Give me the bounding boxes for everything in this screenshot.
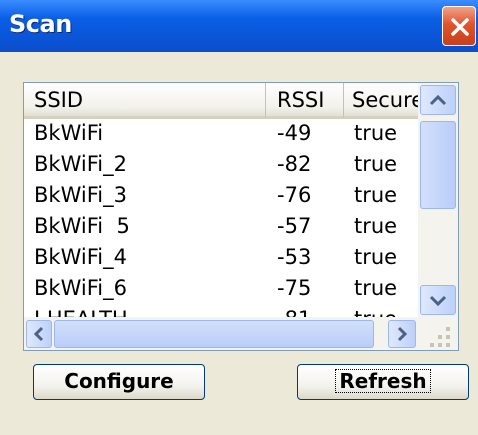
configure-button-label: Configure	[64, 369, 174, 393]
rssi-cell: -53	[277, 245, 312, 269]
ssid-cell: BkWiFi_6	[34, 276, 127, 300]
column-header-ssid[interactable]: SSID	[24, 83, 266, 119]
ssid-cell: BkWiFi_2	[34, 152, 127, 176]
list-row[interactable]: I HEALTH -81 true	[24, 305, 418, 317]
column-header-rssi[interactable]: RSSI	[266, 83, 344, 119]
horizontal-scrollbar[interactable]	[24, 317, 418, 350]
vertical-scroll-thumb[interactable]	[420, 121, 456, 209]
scroll-left-button[interactable]	[26, 320, 52, 348]
secure-cell: true	[354, 183, 398, 207]
column-header-secure-label: Secure	[352, 88, 418, 112]
configure-button[interactable]: Configure	[33, 364, 205, 400]
title-bar: Scan	[0, 0, 478, 52]
scroll-up-button[interactable]	[420, 85, 456, 115]
ssid-cell: I HEALTH	[34, 307, 128, 317]
chevron-up-icon	[429, 94, 447, 106]
column-header-rssi-label: RSSI	[277, 88, 325, 112]
rssi-cell: -81	[277, 307, 311, 317]
ssid-cell: BkWiFi 5	[34, 214, 130, 238]
list-row[interactable]: BkWiFi_6 -75 true	[24, 274, 418, 305]
chevron-right-icon	[397, 326, 408, 342]
refresh-button[interactable]: Refresh	[297, 364, 469, 400]
list-row[interactable]: BkWiFi -49 true	[24, 119, 418, 150]
resize-grip-icon	[430, 327, 450, 347]
rssi-cell: -76	[277, 183, 312, 207]
refresh-button-label: Refresh	[335, 369, 431, 393]
scroll-right-button[interactable]	[388, 320, 416, 348]
window-title: Scan	[9, 10, 72, 38]
close-button[interactable]	[442, 6, 476, 46]
list-rows: BkWiFi -49 true BkWiFi_2 -82 true BkWiFi…	[24, 119, 418, 317]
secure-cell: true	[354, 121, 398, 145]
ssid-cell: BkWiFi_3	[34, 183, 127, 207]
resize-grip[interactable]	[418, 317, 458, 350]
rssi-cell: -75	[277, 276, 312, 300]
rssi-cell: -49	[277, 121, 312, 145]
vertical-scrollbar[interactable]	[418, 83, 458, 317]
rssi-cell: -57	[277, 214, 312, 238]
close-icon	[451, 18, 469, 36]
secure-cell: true	[354, 214, 398, 238]
list-row[interactable]: BkWiFi_4 -53 true	[24, 243, 418, 274]
horizontal-scroll-thumb[interactable]	[54, 320, 374, 348]
column-header-ssid-label: SSID	[34, 88, 84, 112]
rssi-cell: -82	[277, 152, 312, 176]
list-row[interactable]: BkWiFi_2 -82 true	[24, 150, 418, 181]
network-list[interactable]: SSID RSSI Secure BkWiFi -49 true BkWiFi_…	[23, 82, 459, 351]
chevron-left-icon	[33, 326, 44, 342]
secure-cell: true	[354, 245, 398, 269]
secure-cell: true	[354, 307, 397, 317]
chevron-down-icon	[429, 295, 447, 307]
list-row[interactable]: BkWiFi 5 -57 true	[24, 212, 418, 243]
ssid-cell: BkWiFi	[34, 121, 104, 145]
column-header-secure[interactable]: Secure	[344, 83, 418, 119]
secure-cell: true	[354, 276, 398, 300]
ssid-cell: BkWiFi_4	[34, 245, 127, 269]
scroll-down-button[interactable]	[420, 285, 456, 315]
secure-cell: true	[354, 152, 398, 176]
list-row[interactable]: BkWiFi_3 -76 true	[24, 181, 418, 212]
